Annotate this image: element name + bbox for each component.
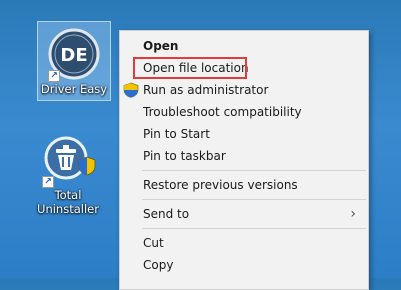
menu-item-label: Troubleshoot compatibility [143,105,302,119]
menu-item-send-to[interactable]: Send to › [120,203,368,225]
uac-shield-icon [78,156,96,176]
shortcut-arrow-icon: ↗ [48,70,60,82]
chevron-right-icon: › [350,206,356,222]
total-uninstaller-label: Total Uninstaller [37,188,99,216]
menu-item-restore-previous-versions[interactable]: Restore previous versions [120,174,368,196]
menu-item-run-as-administrator[interactable]: Run as administrator [120,79,368,101]
uac-shield-icon [123,82,139,98]
menu-item-label: Open [143,39,179,53]
desktop-icon-total-uninstaller[interactable]: ↗ Total Uninstaller [32,128,104,220]
driver-easy-logo-text: DE [60,45,87,66]
menu-separator [142,199,366,200]
menu-item-label: Copy [143,258,174,272]
menu-item-pin-to-taskbar[interactable]: Pin to taskbar [120,145,368,167]
menu-item-copy[interactable]: Copy [120,254,368,276]
menu-separator [142,228,366,229]
context-menu: Open Open file location Run as administr… [119,30,369,290]
menu-item-label: Pin to Start [143,127,210,141]
menu-item-troubleshoot-compatibility[interactable]: Troubleshoot compatibility [120,101,368,123]
menu-item-label: Send to [143,207,190,221]
driver-easy-label: Driver Easy [40,82,108,96]
shortcut-arrow-icon: ↗ [42,176,54,188]
menu-item-label: Restore previous versions [143,178,298,192]
total-uninstaller-app-icon: ↗ [40,132,96,188]
menu-item-cut[interactable]: Cut [120,232,368,254]
menu-item-label: Cut [143,236,164,250]
highlight-annotation-box [133,57,247,79]
menu-item-label: Run as administrator [143,83,269,97]
menu-item-label: Pin to taskbar [143,149,226,163]
desktop: DE ↗ Driver Easy ↗ Total Uninstaller Ope… [0,0,401,290]
desktop-icon-driver-easy[interactable]: DE ↗ Driver Easy [37,21,111,101]
menu-item-open[interactable]: Open [120,35,368,57]
driver-easy-app-icon: DE ↗ [46,26,102,82]
menu-item-pin-to-start[interactable]: Pin to Start [120,123,368,145]
menu-separator [142,170,366,171]
